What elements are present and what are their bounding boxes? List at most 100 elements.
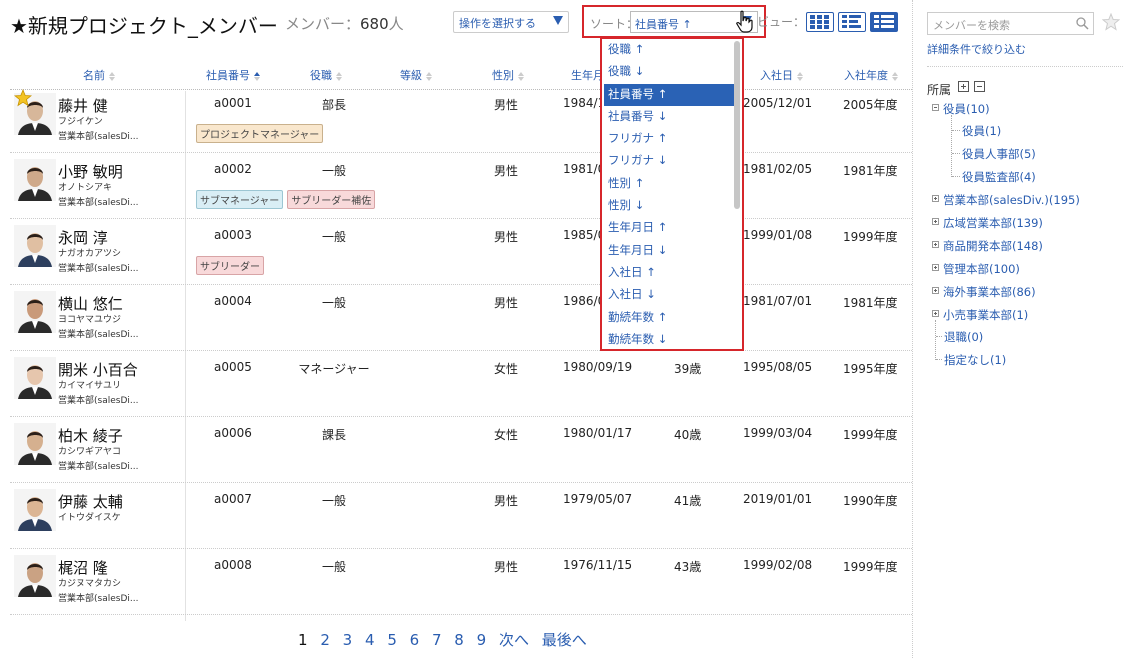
page-link[interactable]: 9 <box>477 631 487 649</box>
page-link[interactable]: 7 <box>432 631 442 649</box>
advanced-filter-link[interactable]: 詳細条件で絞り込む <box>927 41 1026 57</box>
avatar[interactable] <box>14 291 56 333</box>
avatar[interactable] <box>14 159 56 201</box>
sort-option[interactable]: 生年月日 ↑ <box>604 217 736 239</box>
tree-node[interactable]: 役員人事部(5) <box>962 146 1036 162</box>
page-link[interactable]: 6 <box>410 631 420 649</box>
dropdown-scrollbar[interactable] <box>734 41 740 209</box>
table-row[interactable]: 小野 敏明 オノトシアキ 営業本部(salesDi... a0002 一般 男性 1981/… <box>10 153 912 219</box>
page-link[interactable]: 3 <box>343 631 353 649</box>
page-link[interactable]: 5 <box>387 631 397 649</box>
tree-node[interactable]: 広域営業本部(139) <box>943 215 1043 231</box>
gender-cell: 男性 <box>494 560 519 574</box>
sort-indicator-icon <box>892 71 898 81</box>
collapse-all-icon[interactable] <box>974 81 985 92</box>
table-row[interactable]: 開米 小百合 カイマイサユリ 営業本部(salesDi... a0005 マネージャー 女… <box>10 351 912 417</box>
expand-node-icon[interactable] <box>932 310 939 317</box>
member-name[interactable]: 開米 小百合 <box>58 359 138 380</box>
column-header-name[interactable]: 名前 <box>83 67 115 83</box>
avatar[interactable] <box>14 357 56 399</box>
table-row[interactable]: 伊藤 太輔 イトウダイスケ a0007 一般 男性 1979/05/07 41歳 2019/0… <box>10 483 912 549</box>
sort-option[interactable]: 社員番号 ↓ <box>604 106 736 128</box>
page-link[interactable]: 2 <box>320 631 330 649</box>
member-name[interactable]: 永岡 淳 <box>58 227 108 248</box>
avatar[interactable] <box>14 489 56 531</box>
grid-icon <box>810 15 829 29</box>
sort-option[interactable]: 役職 ↑ <box>604 39 736 61</box>
role-tag: サブリーダー <box>196 256 264 275</box>
expand-node-icon[interactable] <box>932 195 939 202</box>
sort-option[interactable]: 生年月日 ↓ <box>604 240 736 262</box>
star-icon[interactable] <box>1102 13 1120 31</box>
member-name[interactable]: 柏木 綾子 <box>58 425 123 446</box>
sort-option[interactable]: フリガナ ↑ <box>604 128 736 150</box>
expand-all-icon[interactable] <box>958 81 969 92</box>
tree-node[interactable]: 退職(0) <box>944 329 983 345</box>
role-tag: サブリーダー補佐 <box>287 190 376 209</box>
collapse-node-icon[interactable] <box>932 104 939 111</box>
action-select[interactable]: 操作を選択する <box>453 11 569 33</box>
tree-node[interactable]: 小売事業本部(1) <box>943 307 1028 323</box>
sort-option[interactable]: 入社日 ↑ <box>604 262 736 284</box>
member-name[interactable]: 横山 悠仁 <box>58 293 123 314</box>
member-name[interactable]: 梶沼 隆 <box>58 557 108 578</box>
member-count: メンバー：680人 <box>285 15 404 33</box>
view-list-button[interactable] <box>838 12 866 32</box>
birth-date-cell: 1976/11/15 <box>563 558 633 572</box>
table-row[interactable]: 永岡 淳ナガオカアツシ 営業本部(salesDi... a0003 一般 男性 1985/… <box>10 219 912 285</box>
member-name[interactable]: 小野 敏明 <box>58 161 123 182</box>
column-header-id[interactable]: 社員番号 <box>206 67 260 83</box>
avatar[interactable] <box>14 555 56 597</box>
member-kana: カシワギアヤコ <box>58 447 122 457</box>
table-row[interactable]: 梶沼 隆カジヌマタカシ 営業本部(salesDi... a0008 一般 男性 1976/… <box>10 549 912 615</box>
tree-node[interactable]: 指定なし(1) <box>944 352 1006 368</box>
member-kana: イトウダイスケ <box>58 513 121 523</box>
view-table-button[interactable] <box>870 12 898 32</box>
table-row[interactable]: 藤井 健フジイケン 営業本部(salesDi... a0001 部長 男性 1984/11… <box>10 87 912 153</box>
last-page-link[interactable]: 最後へ <box>542 631 587 649</box>
member-name[interactable]: 伊藤 太輔 <box>58 491 123 512</box>
member-kana: オノトシアキ <box>58 183 113 193</box>
tree-node[interactable]: 営業本部(salesDiv.)(195) <box>943 192 1080 208</box>
sort-option[interactable]: 勤続年数 ↓ <box>604 329 736 349</box>
table-row[interactable]: 柏木 綾子 カシワギアヤコ 営業本部(salesDi... a0006 課長 女性 1980… <box>10 417 912 483</box>
expand-node-icon[interactable] <box>932 241 939 248</box>
tree-connector <box>952 176 960 177</box>
avatar[interactable] <box>14 423 56 465</box>
column-header-grade[interactable]: 等級 <box>400 67 432 83</box>
expand-node-icon[interactable] <box>932 218 939 225</box>
gender-cell: 男性 <box>494 494 519 508</box>
tree-node[interactable]: 管理本部(100) <box>943 261 1020 277</box>
sort-option[interactable]: 性別 ↓ <box>604 195 736 217</box>
tree-node[interactable]: 役員監査部(4) <box>962 169 1036 185</box>
employee-id-cell: a0007 <box>214 492 252 506</box>
avatar[interactable] <box>14 225 56 267</box>
table-row[interactable]: 横山 悠仁 ヨコヤマユウジ 営業本部(salesDi... a0004 一般 男性 1986… <box>10 285 912 351</box>
page-link[interactable]: 8 <box>454 631 464 649</box>
tree-node[interactable]: 役員(10) <box>943 101 990 117</box>
page-link[interactable]: 4 <box>365 631 375 649</box>
column-header-join-year[interactable]: 入社年度 <box>844 67 898 83</box>
sort-option[interactable]: 勤続年数 ↑ <box>604 307 736 329</box>
sort-option[interactable]: 入社日 ↓ <box>604 284 736 306</box>
sort-option[interactable]: 性別 ↑ <box>604 173 736 195</box>
page-link[interactable]: 1 <box>298 631 308 649</box>
member-name[interactable]: 藤井 健 <box>58 95 108 116</box>
view-grid-button[interactable] <box>806 12 834 32</box>
sidebar-divider-line <box>927 66 1123 67</box>
sort-option[interactable]: 社員番号 ↑ <box>604 83 736 106</box>
search-input[interactable]: メンバーを検索 <box>927 12 1094 35</box>
sort-option[interactable]: 役職 ↓ <box>604 61 736 83</box>
expand-node-icon[interactable] <box>932 264 939 271</box>
sort-indicator-icon <box>518 71 524 81</box>
column-header-join[interactable]: 入社日 <box>760 67 803 83</box>
search-icon[interactable] <box>1075 16 1089 30</box>
tree-node[interactable]: 海外事業本部(86) <box>943 284 1036 300</box>
sort-option[interactable]: フリガナ ↓ <box>604 150 736 172</box>
tree-node[interactable]: 商品開発本部(148) <box>943 238 1043 254</box>
column-header-role[interactable]: 役職 <box>310 67 342 83</box>
tree-node[interactable]: 役員(1) <box>962 123 1001 139</box>
expand-node-icon[interactable] <box>932 287 939 294</box>
next-page-link[interactable]: 次へ <box>499 631 529 649</box>
column-header-gender[interactable]: 性別 <box>492 67 524 83</box>
